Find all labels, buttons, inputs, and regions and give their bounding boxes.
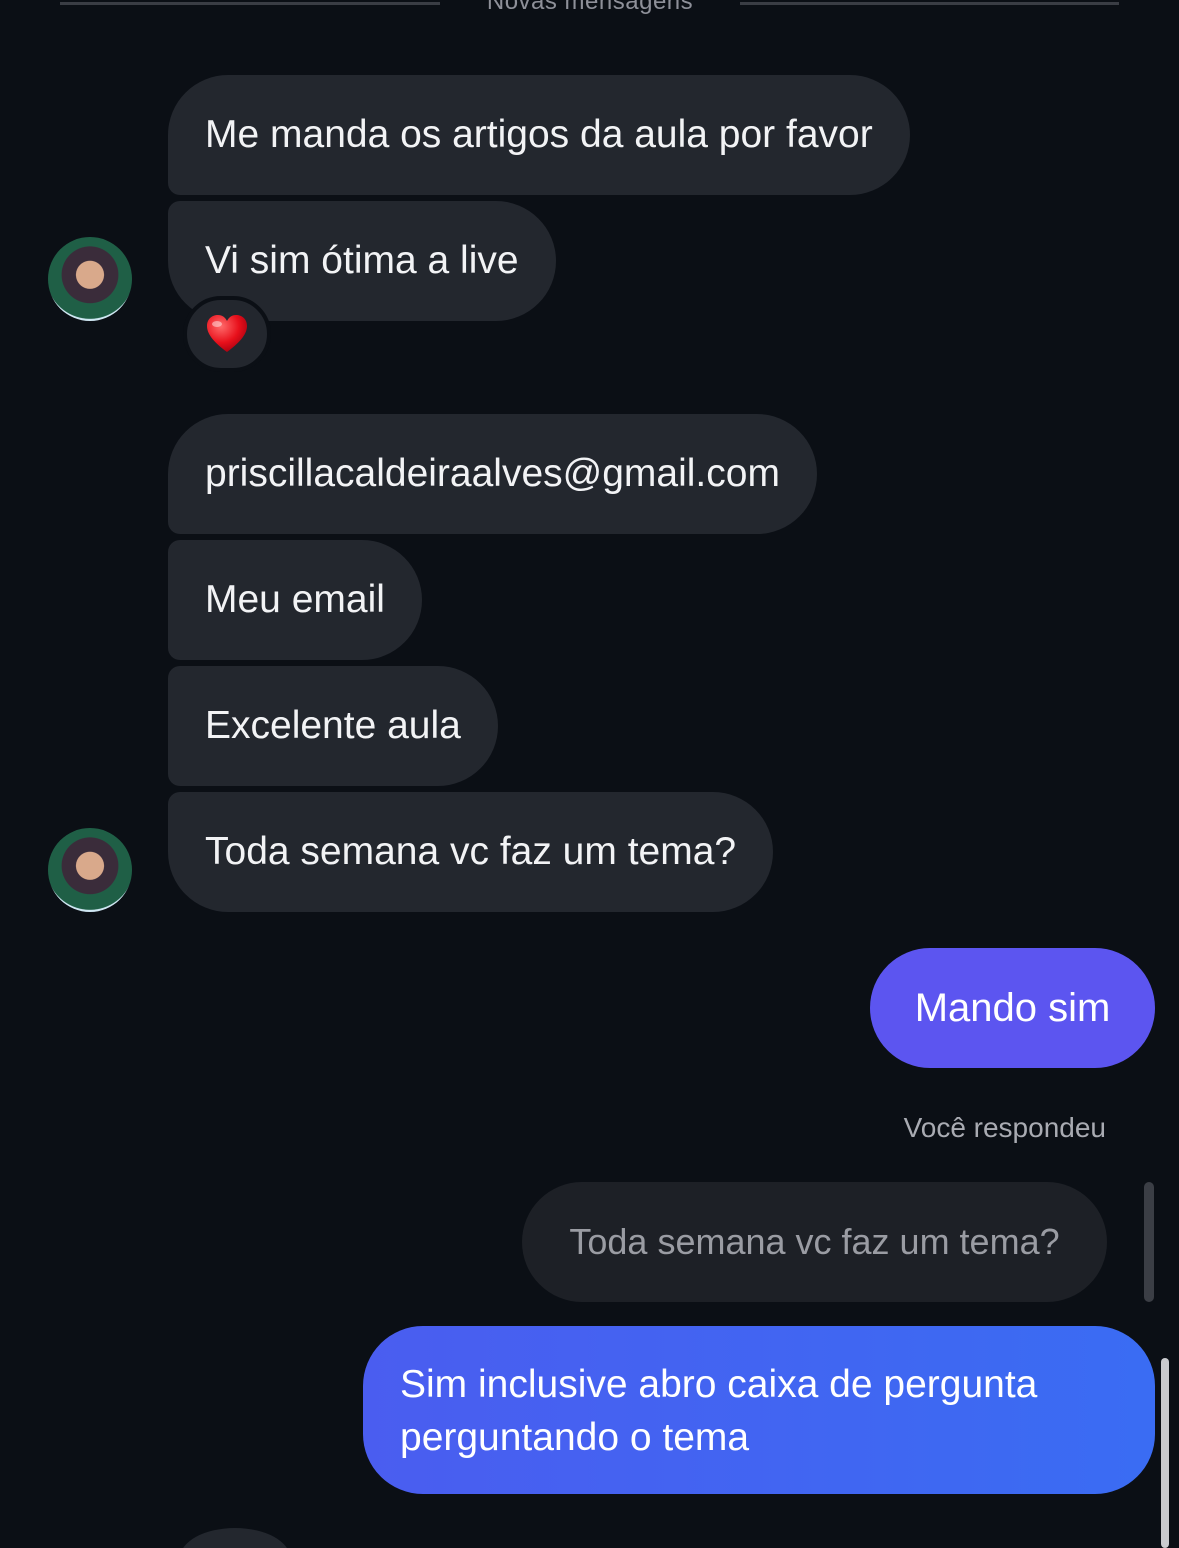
message-text: Sim inclusive abro caixa de pergunta per… (400, 1363, 1038, 1459)
reply-label: Você respondeu (903, 1112, 1106, 1143)
message-bubble-outgoing-reply[interactable]: Sim inclusive abro caixa de pergunta per… (363, 1326, 1155, 1494)
divider-line-left (60, 2, 440, 5)
heart-reaction-badge[interactable] (183, 296, 271, 372)
chat-screen: Novas mensagens Me manda os artigos da a… (0, 0, 1179, 1548)
message-bubble-outgoing[interactable]: Mando sim (870, 948, 1155, 1068)
quoted-message[interactable]: Toda semana vc faz um tema? (522, 1182, 1107, 1302)
message-bubble-incoming[interactable]: Meu email (168, 540, 422, 660)
message-text: Vi sim ótima a live (205, 239, 519, 282)
reply-indicator-bar (1144, 1182, 1154, 1302)
sender-avatar[interactable] (48, 237, 132, 321)
message-bubble-incoming[interactable]: Toda semana vc faz um tema? (168, 792, 774, 912)
message-bubble-incoming[interactable]: Me manda os artigos da aula por favor (168, 75, 910, 195)
message-text: Mando sim (914, 985, 1111, 1030)
sender-avatar[interactable] (48, 828, 132, 912)
message-bubble-incoming[interactable]: Excelente aula (168, 666, 498, 786)
partial-bubble (180, 1528, 290, 1548)
quoted-message-text: Toda semana vc faz um tema? (569, 1221, 1060, 1262)
message-bubble-incoming[interactable]: priscillacaldeiraalves@gmail.com (168, 414, 817, 534)
scrollbar[interactable] (1161, 1358, 1169, 1548)
message-text: Toda semana vc faz um tema? (205, 830, 737, 873)
message-text: Meu email (205, 578, 385, 621)
message-text: priscillacaldeiraalves@gmail.com (205, 452, 780, 495)
message-text: Me manda os artigos da aula por favor (205, 113, 873, 156)
new-messages-divider-label: Novas mensagens (486, 0, 694, 15)
heart-icon (207, 315, 247, 352)
message-text: Excelente aula (205, 704, 461, 747)
divider-line-right (740, 2, 1119, 5)
